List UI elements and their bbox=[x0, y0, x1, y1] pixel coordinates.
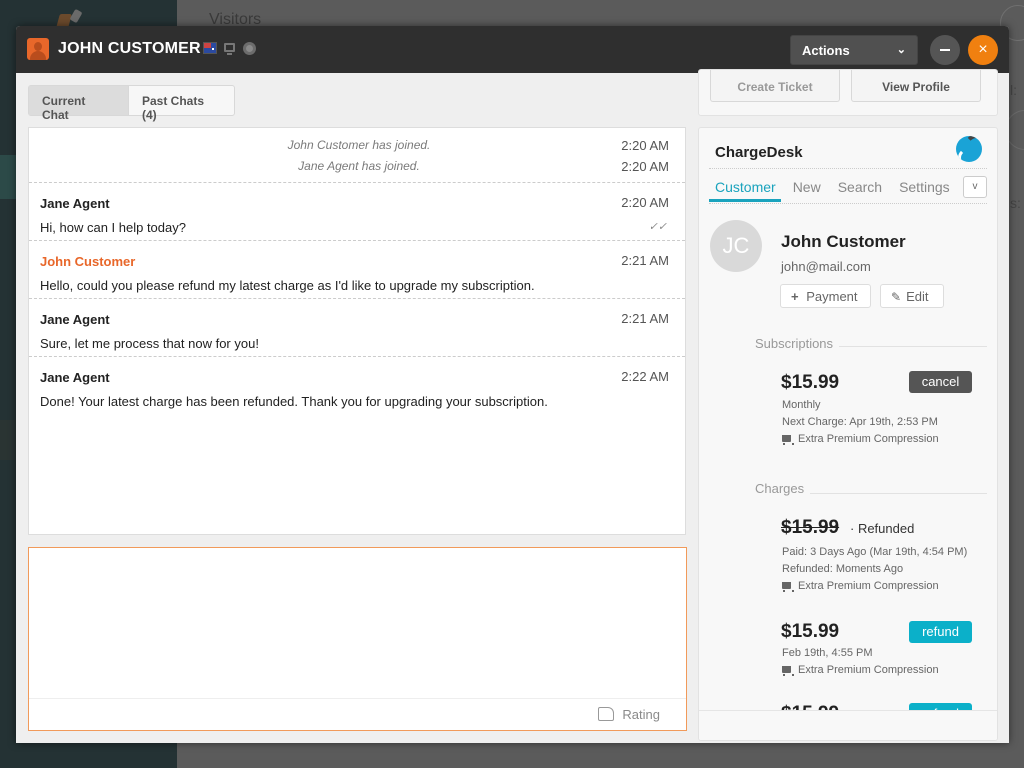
divider bbox=[709, 203, 987, 204]
chat-tabs: Current Chat Past Chats (4) bbox=[28, 85, 235, 122]
subscription-product: Extra Premium Compression bbox=[782, 433, 939, 445]
close-icon: × bbox=[978, 41, 988, 58]
message-time: 2:21 AM bbox=[621, 311, 669, 326]
chevron-down-icon: ⌄ bbox=[896, 44, 906, 56]
create-ticket-button[interactable]: Create Ticket bbox=[710, 70, 840, 102]
customer-avatar: JC bbox=[710, 220, 762, 272]
charge-product: Extra Premium Compression bbox=[782, 580, 939, 592]
chat-message: Jane Agent 2:21 AM Sure, let me process … bbox=[29, 299, 685, 357]
customer-email: john@mail.com bbox=[781, 259, 871, 274]
charges-heading: Charges bbox=[755, 481, 811, 496]
tab-current-chat[interactable]: Current Chat bbox=[29, 86, 128, 122]
message-compose: Rating bbox=[28, 547, 687, 731]
chat-icon bbox=[243, 42, 256, 55]
message-input[interactable] bbox=[29, 548, 686, 698]
cart-icon bbox=[782, 666, 794, 676]
message-author: Jane Agent bbox=[40, 196, 110, 211]
background-nav-active bbox=[0, 155, 16, 199]
subscription-interval: Monthly bbox=[782, 399, 821, 411]
cart-icon bbox=[782, 435, 794, 445]
message-time: 2:20 AM bbox=[621, 195, 669, 210]
message-author: John Customer bbox=[40, 254, 136, 269]
chat-message: Jane Agent 2:22 AM Done! Your latest cha… bbox=[29, 357, 685, 415]
chargedesk-logo-icon bbox=[956, 136, 982, 162]
plus-icon: + bbox=[791, 289, 799, 304]
chat-message: John Customer 2:21 AM Hello, could you p… bbox=[29, 241, 685, 299]
pencil-icon: ✎ bbox=[891, 290, 902, 304]
payment-label: Payment bbox=[806, 289, 858, 304]
message-body: Sure, let me process that now for you! bbox=[40, 336, 259, 351]
ticket-actions-panel: Create Ticket View Profile bbox=[698, 69, 998, 116]
charge-paid: Paid: 3 Days Ago (Mar 19th, 4:54 PM) bbox=[782, 546, 968, 558]
charge-status: · Refunded bbox=[850, 521, 915, 536]
edit-label: Edit bbox=[906, 289, 929, 304]
actions-label: Actions bbox=[802, 43, 850, 58]
thumbs-up-icon bbox=[598, 707, 615, 721]
charge-price: $15.99 bbox=[781, 517, 840, 538]
background-label: s: bbox=[1010, 195, 1021, 211]
charge-product: Extra Premium Compression bbox=[782, 664, 939, 676]
read-receipt-icon: ✓✓ bbox=[648, 221, 667, 233]
message-body: Hi, how can I help today? bbox=[40, 220, 186, 235]
background-label: l: bbox=[1010, 82, 1017, 98]
compose-footer: Rating bbox=[29, 698, 686, 730]
divider bbox=[709, 168, 987, 169]
charge-refunded: Refunded: Moments Ago bbox=[782, 563, 904, 575]
close-button[interactable]: × bbox=[968, 35, 998, 65]
charge-price: $15.99 bbox=[781, 621, 840, 642]
nav-settings[interactable]: Settings bbox=[899, 179, 950, 195]
nav-new[interactable]: New bbox=[793, 179, 821, 195]
tab-past-chats[interactable]: Past Chats (4) bbox=[128, 86, 234, 122]
subscriptions-heading: Subscriptions bbox=[755, 336, 840, 351]
rating-button[interactable]: Rating bbox=[598, 707, 660, 722]
monitor-icon bbox=[224, 43, 235, 55]
chat-message: Jane Agent 2:20 AM Hi, how can I help to… bbox=[29, 183, 685, 241]
subscription-price: $15.99 bbox=[781, 372, 840, 393]
modal-header: JOHN CUSTOMER Actions ⌄ × bbox=[16, 26, 1009, 73]
message-time: 2:21 AM bbox=[621, 253, 669, 268]
panel-footer bbox=[699, 710, 997, 740]
actions-dropdown[interactable]: Actions ⌄ bbox=[790, 35, 918, 65]
background-nav-item bbox=[0, 420, 16, 460]
message-author: Jane Agent bbox=[40, 370, 110, 385]
chargedesk-title: ChargeDesk bbox=[715, 144, 803, 161]
message-body: Done! Your latest charge has been refund… bbox=[40, 394, 548, 409]
chat-transcript[interactable]: John Customer has joined. 2:20 AM Jane A… bbox=[28, 127, 686, 535]
cart-icon bbox=[782, 582, 794, 592]
customer-name: John Customer bbox=[781, 232, 906, 251]
message-author: Jane Agent bbox=[40, 312, 110, 327]
nav-active-indicator bbox=[709, 199, 781, 202]
rating-label: Rating bbox=[622, 707, 660, 722]
modal-title: JOHN CUSTOMER bbox=[58, 40, 201, 57]
edit-customer-button[interactable]: ✎ Edit bbox=[880, 284, 944, 308]
message-body: Hello, could you please refund my latest… bbox=[40, 278, 535, 293]
chat-modal: JOHN CUSTOMER Actions ⌄ × Current Chat P… bbox=[16, 26, 1009, 743]
chargedesk-panel[interactable]: ChargeDesk Customer New Search Settings … bbox=[698, 127, 998, 741]
refund-button[interactable]: refund bbox=[909, 621, 972, 643]
nav-search[interactable]: Search bbox=[838, 179, 882, 195]
system-messages: John Customer has joined. 2:20 AM Jane A… bbox=[29, 128, 685, 183]
flag-australia-icon bbox=[203, 42, 217, 54]
nav-customer[interactable]: Customer bbox=[715, 179, 776, 195]
minimize-button[interactable] bbox=[930, 35, 960, 65]
view-profile-button[interactable]: View Profile bbox=[851, 70, 981, 102]
user-icon bbox=[27, 38, 49, 60]
subscription-next-charge: Next Charge: Apr 19th, 2:53 PM bbox=[782, 416, 938, 428]
nav-more-dropdown[interactable]: v bbox=[963, 176, 987, 198]
message-time: 2:22 AM bbox=[621, 369, 669, 384]
charge-date: Feb 19th, 4:55 PM bbox=[782, 647, 873, 659]
cancel-subscription-button[interactable]: cancel bbox=[909, 371, 972, 393]
add-payment-button[interactable]: + Payment bbox=[780, 284, 871, 308]
chargedesk-nav: Customer New Search Settings bbox=[715, 179, 967, 195]
